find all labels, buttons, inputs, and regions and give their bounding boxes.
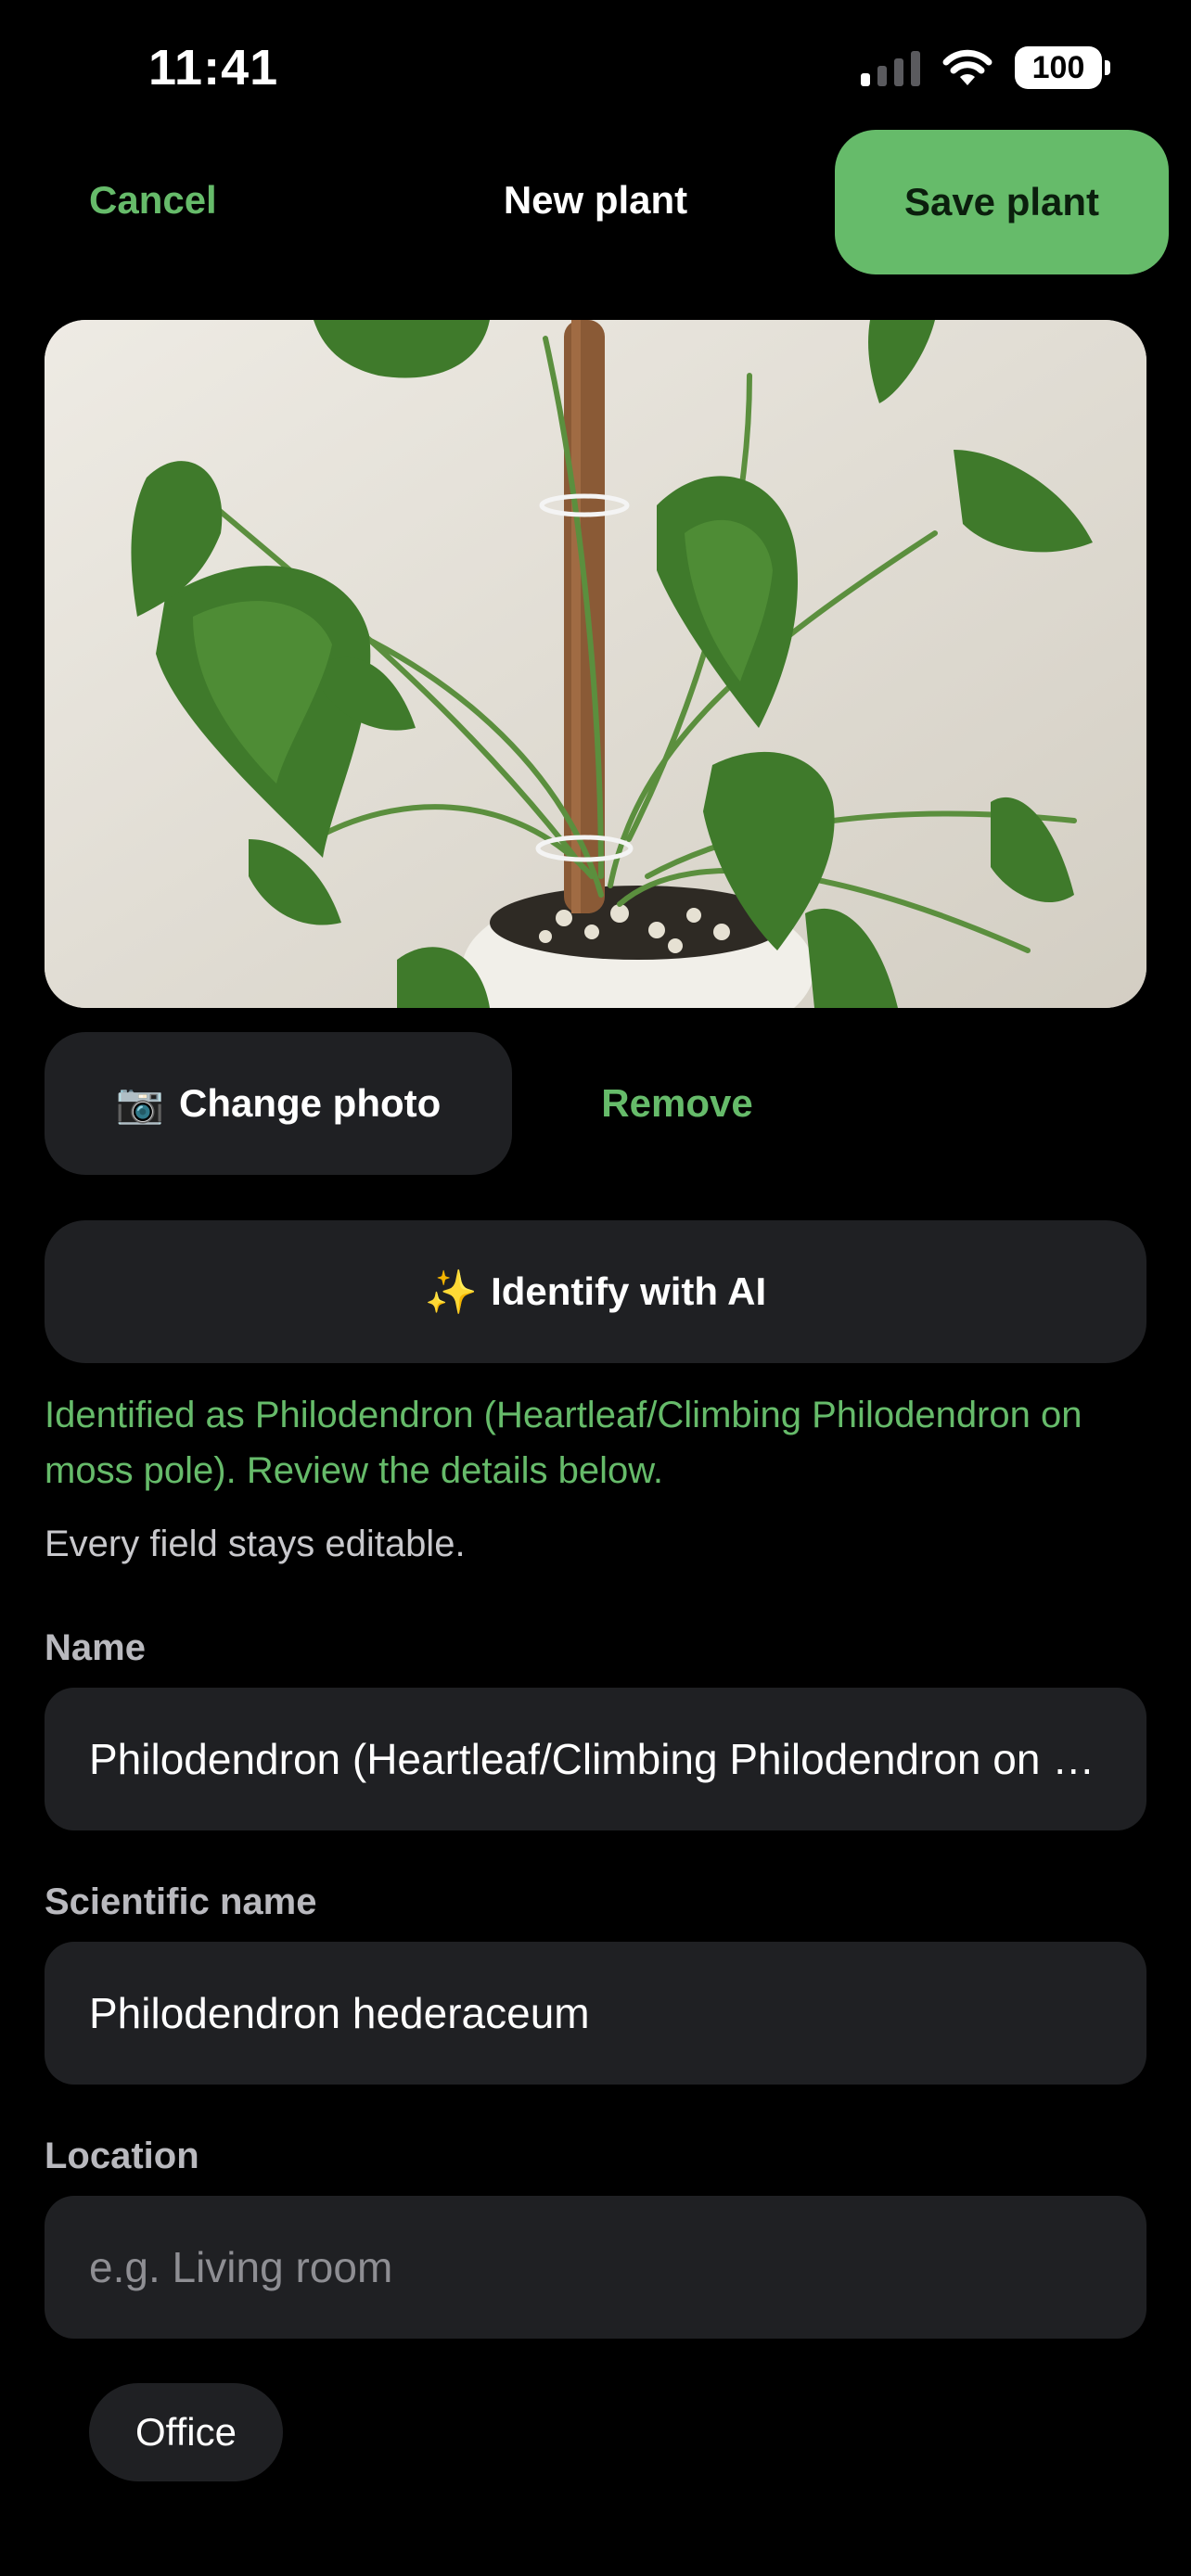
scientific-name-label: Scientific name xyxy=(45,1881,317,1922)
wifi-icon xyxy=(942,49,992,85)
identify-with-ai-button[interactable]: ✨ Identify with AI xyxy=(45,1220,1146,1363)
nav-bar: Cancel New plant Save plant xyxy=(0,130,1191,274)
battery-level: 100 xyxy=(1031,49,1085,85)
cellular-signal-icon xyxy=(861,49,920,86)
new-plant-screen: 11:41 100 Cancel New plant Save plant 📷 … xyxy=(0,0,1191,2576)
identify-label: Identify with AI xyxy=(491,1269,767,1313)
scientific-name-input[interactable] xyxy=(45,1942,1146,2085)
status-bar: 11:41 100 xyxy=(0,0,1191,139)
battery-icon: 100 xyxy=(1015,46,1110,89)
change-photo-label: Change photo xyxy=(179,1081,442,1125)
location-label: Location xyxy=(45,2136,199,2176)
save-plant-button[interactable]: Save plant xyxy=(835,130,1169,274)
camera-icon: 📷 xyxy=(115,1080,164,1125)
name-input[interactable] xyxy=(45,1688,1146,1830)
location-input[interactable] xyxy=(45,2196,1146,2339)
plant-photo xyxy=(45,320,1146,1008)
remove-photo-button[interactable]: Remove xyxy=(557,1032,798,1175)
location-suggestion-chip[interactable]: Office xyxy=(89,2383,283,2481)
ai-identification-result: Identified as Philodendron (Heartleaf/Cl… xyxy=(45,1395,1082,1491)
status-icons: 100 xyxy=(861,46,1110,89)
editable-hint: Every field stays editable. xyxy=(45,1524,466,1564)
status-time: 11:41 xyxy=(148,40,279,96)
sparkles-icon: ✨ xyxy=(424,1267,479,1316)
change-photo-button[interactable]: 📷 Change photo xyxy=(45,1032,512,1175)
name-label: Name xyxy=(45,1627,146,1668)
